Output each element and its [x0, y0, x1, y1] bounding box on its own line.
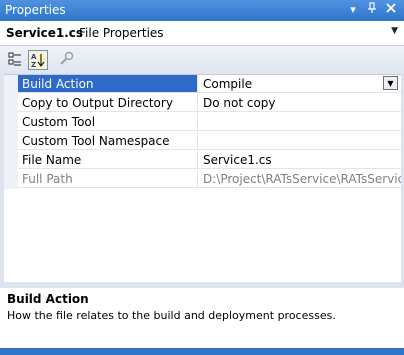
property-row-full-path[interactable]: Full Path D:\Project\RATsService\RATsSer…: [4, 170, 401, 189]
pin-icon[interactable]: [365, 2, 379, 18]
row-gutter: [4, 170, 18, 189]
description-pane: Build Action How the file relates to the…: [0, 288, 404, 348]
property-label[interactable]: Copy to Output Directory: [18, 94, 198, 112]
object-type: File Properties: [79, 26, 164, 40]
property-value[interactable]: Compile ▼: [198, 75, 401, 93]
description-text: How the file relates to the build and de…: [7, 309, 336, 322]
property-value[interactable]: Service1.cs: [198, 151, 401, 169]
object-name: Service1.cs: [6, 26, 84, 40]
svg-text:A: A: [31, 53, 37, 61]
description-title: Build Action: [7, 292, 89, 306]
property-value-text: Compile: [203, 77, 253, 91]
row-gutter: [4, 132, 18, 151]
categorized-icon[interactable]: [6, 50, 26, 70]
row-gutter: [4, 151, 18, 170]
properties-toolbar: A Z: [0, 46, 404, 74]
window-menu-dropdown-icon[interactable]: ▾: [346, 2, 360, 18]
property-value[interactable]: Do not copy: [198, 94, 401, 112]
property-row-copy-to-output[interactable]: Copy to Output Directory Do not copy: [4, 94, 401, 113]
property-label[interactable]: Custom Tool: [18, 113, 198, 131]
alphabetical-icon[interactable]: A Z: [28, 50, 48, 70]
property-row-custom-tool-namespace[interactable]: Custom Tool Namespace: [4, 132, 401, 151]
property-row-build-action[interactable]: Build Action Compile ▼: [4, 75, 401, 94]
property-label[interactable]: Build Action: [18, 75, 198, 93]
properties-title-bar: Properties ▾: [0, 0, 404, 21]
chevron-down-icon[interactable]: ▼: [383, 76, 398, 90]
object-selector[interactable]: Service1.cs File Properties ▼: [0, 21, 404, 46]
property-row-custom-tool[interactable]: Custom Tool: [4, 113, 401, 132]
property-grid: Build Action Compile ▼ Copy to Output Di…: [4, 74, 401, 283]
svg-text:Z: Z: [31, 61, 36, 69]
property-label[interactable]: Custom Tool Namespace: [18, 132, 198, 150]
row-gutter: [4, 94, 18, 113]
window-title: Properties: [5, 3, 66, 17]
property-value[interactable]: [198, 113, 401, 131]
property-label[interactable]: File Name: [18, 151, 198, 169]
close-icon[interactable]: [384, 2, 398, 18]
window-bottom-border: [0, 348, 404, 355]
property-value[interactable]: [198, 132, 401, 150]
row-gutter: [4, 113, 18, 132]
property-pages-icon[interactable]: [58, 50, 78, 70]
row-gutter: [4, 75, 18, 94]
property-label[interactable]: Full Path: [18, 170, 198, 188]
property-value[interactable]: D:\Project\RATsService\RATsService\S: [198, 170, 401, 188]
chevron-down-icon[interactable]: ▼: [391, 26, 398, 36]
property-row-file-name[interactable]: File Name Service1.cs: [4, 151, 401, 170]
